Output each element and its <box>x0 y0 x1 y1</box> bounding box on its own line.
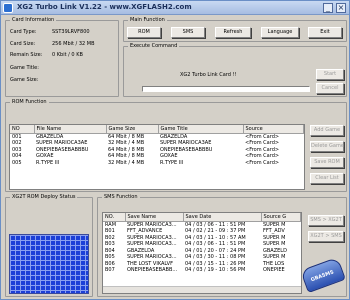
sms-cell: SUPER MARIOCA3... <box>127 221 177 228</box>
card-info-group: Card Information Card Type: SST39LRVF800… <box>5 17 119 97</box>
rom-cell: GBAZELDA <box>160 133 188 140</box>
rom-button[interactable]: ROM <box>127 27 161 38</box>
rom-col-no[interactable]: NO <box>10 125 35 134</box>
sms-col-save-name[interactable]: Save Name <box>125 213 184 222</box>
sms-table: NO. Save Name Save Date Source G RAM SUPE… <box>102 212 302 294</box>
sms-table-row[interactable]: B01 FFT_ADVANCE 04 / 02 / 21 - 09 : 37 PM F… <box>103 228 301 235</box>
rom-cell: <From Card> <box>245 159 280 166</box>
execute-command-legend: Execute Command <box>128 43 180 49</box>
card-type-value: SST39LRVF800 <box>52 29 90 35</box>
card-info-legend: Card Information <box>10 17 57 23</box>
clear-list-button[interactable]: Clear List <box>310 173 344 184</box>
rom-function-legend: ROM Function <box>10 99 49 105</box>
window-title: XG2 Turbo Link V1.22 - www.XGFLASH2.com <box>17 3 192 11</box>
gbasms-label: GBASMS <box>310 269 335 284</box>
remain-size-label: Remain Size: <box>10 52 43 58</box>
rom-cell: GBAZELDA <box>36 133 64 140</box>
main-function-group: Main Function ROM SMS Refresh Language E… <box>123 17 347 42</box>
rom-col-source[interactable]: Source <box>243 125 304 134</box>
main-function-legend: Main Function <box>128 17 167 23</box>
card-type-label: Card Type: <box>10 29 37 35</box>
delete-game-button[interactable]: Delete Game <box>310 141 344 152</box>
sms-table-row[interactable]: B03 SUPER MARIOCA3... 04 / 03 / 06 - 11 : … <box>103 241 301 248</box>
cancel-button[interactable]: Cancel <box>316 83 344 94</box>
sms-cell: SUPER M <box>263 221 286 228</box>
rom-col-file-name[interactable]: File Name <box>34 125 107 134</box>
sms-table-row[interactable]: B07 ONEPIEBASEBABB... 04 / 03 / 19 - 10 : … <box>103 267 301 274</box>
refresh-button[interactable]: Refresh <box>215 27 251 38</box>
sms-cell: ONEPIEBASEBABB... <box>127 267 178 273</box>
sms-cell: B07 <box>105 267 115 273</box>
sms-col-save-date[interactable]: Save Date <box>183 213 262 222</box>
rom-table-row[interactable]: 001 GBAZELDA 64 Mbit / 8 MB GBAZELDA <Fr… <box>10 133 304 140</box>
sms-cell: SUPER MARIOCA3... <box>127 254 177 260</box>
rom-cell: 005 <box>12 159 22 166</box>
rom-table-row[interactable]: 005 R.TYPE III 32 Mbit / 4 MB R.TYPE III… <box>10 160 304 167</box>
execute-status-text: XG2 Turbo Link Card !! <box>180 72 237 78</box>
remain-size-value: 0 Kbit / 0 KB <box>52 52 83 58</box>
rom-table: NO File Name Game Size Game Title Source… <box>9 124 305 190</box>
app-icon <box>3 3 13 13</box>
exit-button[interactable]: Exit <box>308 27 342 38</box>
save-rom-button[interactable]: Save ROM <box>310 157 344 168</box>
sms-table-row[interactable]: B05 SUPER MARIOCA3... 04 / 03 / 30 - 11 : … <box>103 254 301 261</box>
rom-cell: R.TYPE III <box>36 159 60 166</box>
minimize-button[interactable]: _ <box>323 3 333 13</box>
game-title-label: Game Title: <box>10 65 39 71</box>
card-size-value: 256 Mbit / 32 MB <box>52 41 95 47</box>
sms-table-row[interactable]: RAM SUPER MARIOCA3... 04 / 03 / 06 - 11 : … <box>103 221 301 228</box>
card-size-label: Card Size: <box>10 41 36 47</box>
add-game-button[interactable]: Add Game <box>310 125 344 136</box>
sms-button[interactable]: SMS <box>171 27 205 38</box>
deploy-status-legend: XG2T ROM Deploy Status <box>10 194 78 200</box>
title-bar: XG2 Turbo Link V1.22 - www.XGFLASH2.com … <box>1 1 349 15</box>
game-size-label: Game Size: <box>10 77 39 83</box>
sms-cell: ONEPIEE <box>263 267 285 273</box>
rom-function-group: ROM Function NO File Name Game Size Game… <box>5 99 347 192</box>
start-button[interactable]: Start <box>316 69 344 80</box>
sms-col-no[interactable]: NO. <box>103 213 126 222</box>
app-window: XG2 Turbo Link V1.22 - www.XGFLASH2.com … <box>0 0 350 300</box>
execute-command-group: Execute Command XG2 Turbo Link Card !! S… <box>123 43 347 97</box>
sms-cell: RAM <box>105 221 117 228</box>
sms-cell: SUPER MARIOCA3... <box>127 241 177 247</box>
deploy-status-grid <box>9 234 89 294</box>
sms-cell: 04 / 03 / 06 - 11 : 51 PM <box>185 221 246 228</box>
sms-to-xg2t-button[interactable]: SMS > XG2T <box>308 215 344 226</box>
rom-col-game-size[interactable]: Game Size <box>106 125 159 134</box>
sms-horizontal-scrollbar[interactable] <box>103 286 301 293</box>
language-button[interactable]: Language <box>261 27 299 38</box>
rom-cell: 32 Mbit / 4 MB <box>108 159 145 166</box>
rom-cell: R.TYPE III <box>160 159 184 166</box>
rom-cell: 001 <box>12 133 22 140</box>
sms-cell: 04 / 03 / 19 - 10 : 56 PM <box>185 267 246 273</box>
close-button[interactable]: × <box>336 3 346 13</box>
execute-progress-bar <box>142 86 310 92</box>
rom-cell: 64 Mbit / 8 MB <box>108 133 145 140</box>
rom-col-game-title[interactable]: Game Title <box>158 125 244 134</box>
sms-col-source[interactable]: Source G <box>261 213 301 222</box>
xg2t-to-sms-button[interactable]: XG2T > SMS <box>308 231 344 242</box>
rom-cell: <From Card> <box>245 133 280 140</box>
sms-function-legend: SMS Function <box>102 194 140 200</box>
